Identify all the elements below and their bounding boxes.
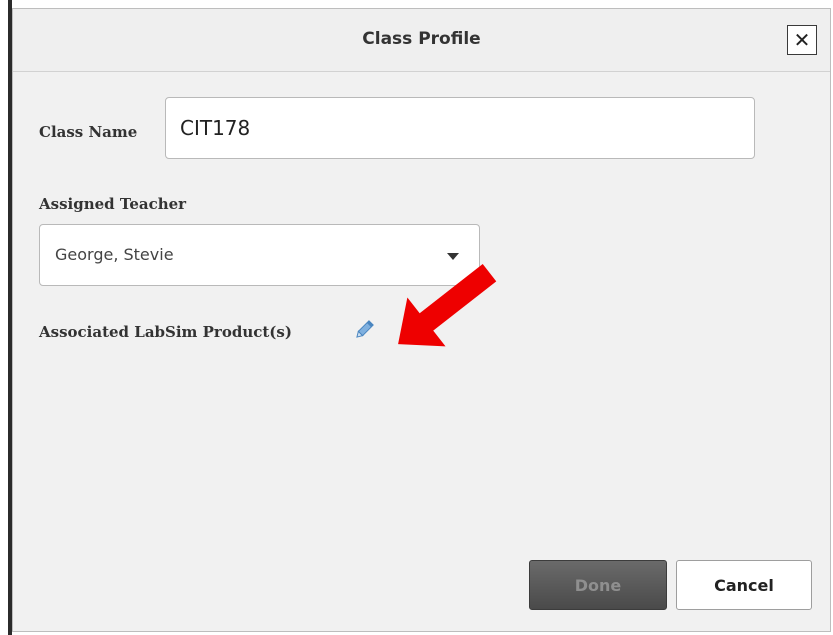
close-icon: ✕ [793, 28, 811, 52]
dialog-header: Class Profile ✕ [13, 9, 830, 72]
assigned-teacher-label: Assigned Teacher [39, 195, 187, 213]
class-name-label: Class Name [39, 123, 138, 141]
class-profile-dialog: Class Profile ✕ Class Name CIT178 Assign… [12, 8, 831, 632]
dialog-title: Class Profile [362, 29, 481, 49]
red-arrow-icon [398, 264, 497, 347]
cancel-button[interactable]: Cancel [676, 560, 812, 610]
class-name-input[interactable]: CIT178 [165, 97, 755, 159]
close-button[interactable]: ✕ [787, 25, 817, 55]
done-button[interactable]: Done [529, 560, 667, 610]
pencil-icon[interactable] [353, 319, 375, 341]
assigned-teacher-value: George, Stevie [55, 245, 174, 264]
dropdown-caret-icon [447, 253, 459, 260]
associated-products-label: Associated LabSim Product(s) [39, 323, 292, 341]
